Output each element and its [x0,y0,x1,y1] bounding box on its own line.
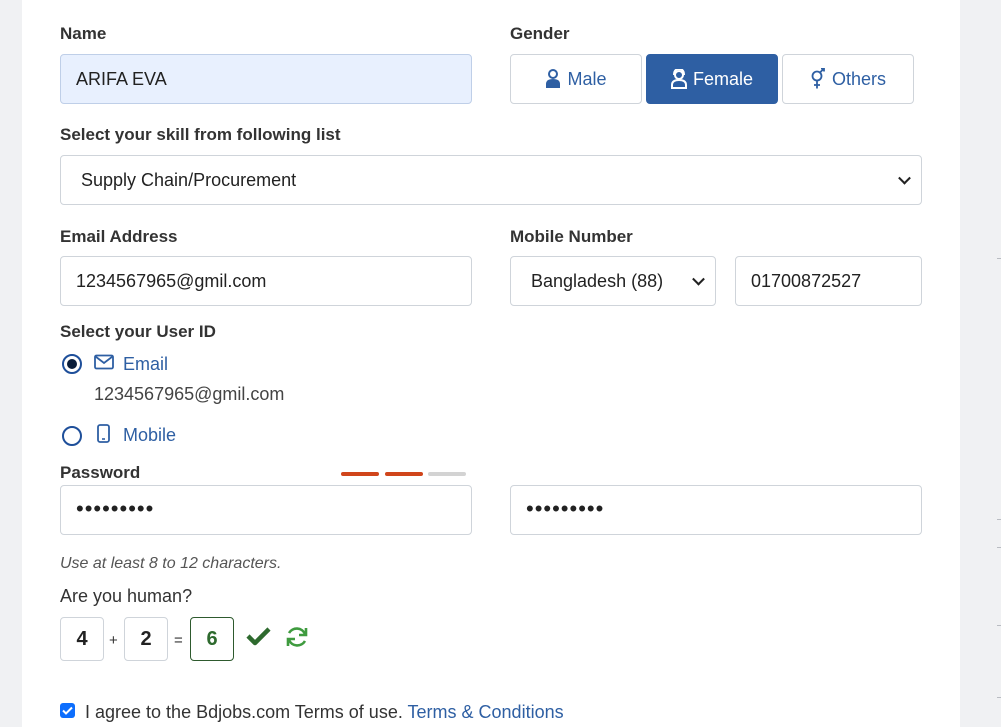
gender-female-label: Female [692,68,754,89]
name-label: Name [60,24,107,43]
mobile-input[interactable]: 01700872527 [735,256,922,306]
male-user-icon [545,69,561,89]
password-strength-bar-2 [385,472,423,476]
country-code-value: Bangladesh (88) [531,270,664,291]
captcha-answer-input[interactable]: 6 [190,617,234,661]
chevron-down-icon [898,171,911,185]
gender-female-button[interactable]: Female [646,54,778,104]
gender-others-label: Others [831,68,887,89]
captcha-label: Are you human? [60,586,193,606]
captcha-equals: = [174,632,183,649]
name-input[interactable]: ARIFA EVA [60,54,472,104]
captcha-operand-b: 2 [124,617,168,661]
email-input[interactable]: 1234567965@gmil.com [60,256,472,306]
user-id-mobile-label[interactable]: Mobile [123,425,176,446]
confirm-password-input[interactable]: ••••••••• [510,485,922,535]
name-value: ARIFA EVA [76,68,167,89]
skill-select[interactable]: Supply Chain/Procurement [60,155,922,205]
gender-male-button[interactable]: Male [510,54,642,104]
refresh-icon[interactable] [285,625,309,654]
terms-agreement: I agree to the Bdjobs.com Terms of use. … [85,702,564,723]
user-id-email-detail: 1234567965@gmil.com [94,384,285,404]
gender-symbol-icon [810,68,826,90]
terms-text: I agree to the Bdjobs.com Terms of use. [85,702,403,722]
captcha-operand-a: 4 [60,617,104,661]
mobile-value: 01700872527 [751,270,862,291]
terms-checkbox[interactable] [60,703,75,718]
password-input[interactable]: ••••••••• [60,485,472,535]
gender-others-button[interactable]: Others [782,54,914,104]
chevron-down-icon [692,272,705,286]
password-label: Password [60,463,141,482]
user-id-email-label[interactable]: Email [123,354,168,375]
envelope-icon [94,354,114,375]
password-masked-value: ••••••••• [76,496,155,521]
country-code-select[interactable]: Bangladesh (88) [510,256,716,306]
terms-conditions-link[interactable]: Terms & Conditions [408,702,564,722]
mobile-label: Mobile Number [510,227,633,246]
captcha-plus: + [109,632,118,649]
password-strength-bar-3 [428,472,466,476]
gender-male-label: Male [567,68,607,89]
page-background-strip [960,0,1001,727]
email-value: 1234567965@gmil.com [76,270,267,291]
checkmark-icon [246,626,271,651]
mobile-phone-icon [97,424,110,448]
skill-label: Select your skill from following list [60,125,341,144]
user-id-mobile-radio[interactable] [62,426,82,446]
email-label: Email Address [60,227,178,246]
password-strength-bar-1 [341,472,379,476]
confirm-password-masked-value: ••••••••• [526,496,605,521]
user-id-email-radio[interactable] [62,354,82,374]
user-id-label: Select your User ID [60,322,216,341]
skill-selected-value: Supply Chain/Procurement [81,169,297,190]
female-user-icon [670,69,687,89]
gender-label: Gender [510,24,570,43]
password-hint: Use at least 8 to 12 characters. [60,555,282,572]
